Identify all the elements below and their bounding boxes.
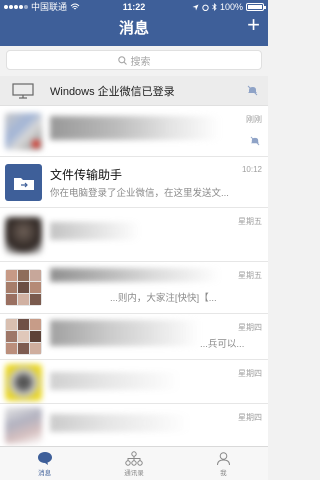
- conversation-row[interactable]: 星期五: [0, 208, 268, 262]
- search-input[interactable]: 搜索: [6, 50, 262, 70]
- conversation-row[interactable]: 星期四: [0, 404, 268, 446]
- group-avatar: [5, 318, 42, 355]
- message-preview: 你在电脑登录了企业微信，在这里发送文...: [50, 188, 229, 199]
- add-button[interactable]: +: [247, 14, 260, 36]
- message-time: 星期五: [238, 217, 262, 226]
- avatar: [5, 217, 42, 254]
- search-placeholder: 搜索: [130, 56, 151, 68]
- org-chart-icon: [125, 450, 143, 466]
- page-title: 消息: [118, 20, 149, 37]
- conversation-row[interactable]: ...则内，大家注[快快]【... 星期五: [0, 262, 268, 314]
- tab-label: 通讯录: [124, 469, 144, 477]
- avatar: [5, 364, 42, 401]
- conversation-row[interactable]: 刚刚: [0, 106, 268, 157]
- redacted-text: [50, 372, 180, 390]
- battery-icon: [246, 3, 266, 11]
- tab-contacts[interactable]: 通讯录: [89, 447, 178, 480]
- conversation-row[interactable]: ...兵可以... 星期四: [0, 314, 268, 360]
- message-time: 星期四: [238, 323, 262, 332]
- alarm-icon: [202, 4, 209, 11]
- desktop-login-banner[interactable]: Windows 企业微信已登录: [0, 76, 268, 106]
- group-avatar: [5, 269, 42, 306]
- redacted-text: [50, 268, 220, 282]
- conversation-name: 文件传输助手: [50, 168, 123, 182]
- search-icon: [117, 55, 127, 65]
- message-time: 星期四: [238, 413, 262, 422]
- folder-icon: [5, 164, 42, 201]
- avatar: [5, 113, 42, 150]
- redacted-text: [50, 320, 200, 346]
- message-time: 10:12: [241, 165, 262, 174]
- message-preview: ...兵可以...: [200, 339, 245, 350]
- redacted-text: [50, 222, 140, 240]
- tab-messages[interactable]: 消息: [0, 447, 89, 480]
- message-preview: ...则内，大家注[快快]【...: [110, 293, 217, 304]
- tab-me[interactable]: 我: [179, 447, 268, 480]
- banner-text: Windows 企业微信已登录: [50, 85, 175, 98]
- mute-icon: [250, 136, 260, 146]
- message-time: 星期五: [238, 271, 262, 280]
- search-bar: 搜索: [0, 46, 268, 74]
- tab-bar: 消息 通讯录 我: [0, 446, 268, 480]
- message-time: 刚刚: [246, 115, 262, 124]
- tab-label: 我: [220, 469, 227, 477]
- battery-percent: 100%: [219, 2, 243, 12]
- app-header: 中国联通 11:22 100% 消息 +: [0, 0, 268, 46]
- person-icon: [216, 451, 230, 465]
- conversation-row[interactable]: 星期四: [0, 360, 268, 404]
- status-bar: 中国联通 11:22 100%: [0, 0, 268, 14]
- location-icon: [192, 4, 199, 10]
- avatar: [5, 407, 42, 444]
- chat-bubble-icon: [37, 451, 52, 465]
- bluetooth-icon: [212, 3, 217, 11]
- conversation-row-file-transfer[interactable]: 文件传输助手 你在电脑登录了企业微信，在这里发送文... 10:12: [0, 157, 268, 208]
- computer-icon: [12, 82, 34, 99]
- redacted-text: [50, 414, 190, 432]
- conversation-list: 刚刚 文件传输助手 你在电脑登录了企业微信，在这里发送文... 10:12 星期…: [0, 106, 268, 446]
- redacted-text: [50, 116, 220, 140]
- tab-label: 消息: [38, 469, 52, 477]
- message-time: 星期四: [238, 369, 262, 378]
- mute-icon: [247, 85, 258, 96]
